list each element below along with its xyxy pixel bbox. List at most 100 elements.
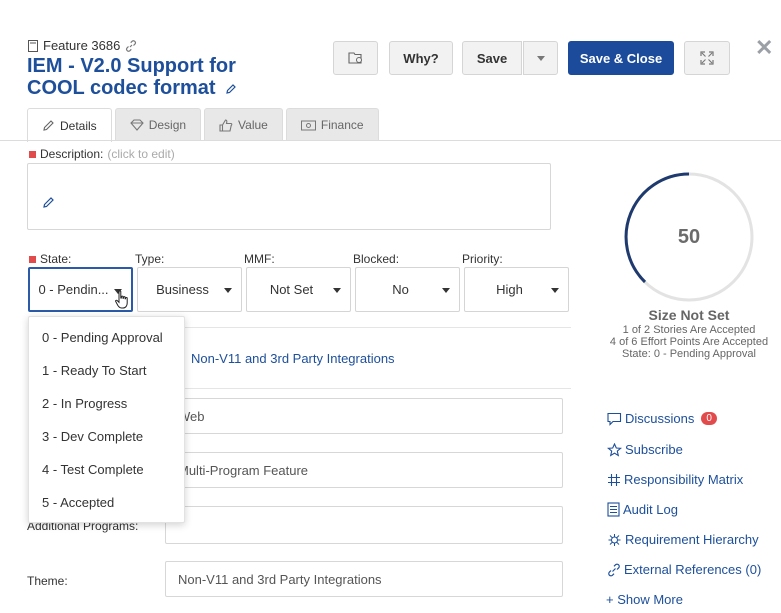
responsibility-matrix-label: Responsibility Matrix	[624, 472, 744, 487]
chat-icon	[607, 412, 622, 426]
discussions-label: Discussions	[625, 411, 695, 426]
close-icon[interactable]: ✕	[755, 35, 773, 61]
state-option[interactable]: 3 - Dev Complete	[29, 420, 184, 453]
tab-details[interactable]: Details	[27, 108, 112, 142]
type-label: Type:	[135, 252, 165, 266]
link-icon	[608, 563, 620, 576]
money-icon	[300, 120, 316, 130]
diamond-icon	[129, 119, 144, 131]
theme-field-value: Non-V11 and 3rd Party Integrations	[178, 571, 382, 587]
divider	[165, 388, 571, 389]
chevron-down-icon	[224, 288, 232, 293]
theme-field[interactable]: Non-V11 and 3rd Party Integrations	[165, 561, 563, 597]
state-option[interactable]: 1 - Ready To Start	[29, 354, 184, 387]
tab-finance[interactable]: Finance	[285, 108, 379, 141]
type-select[interactable]: Business	[137, 267, 242, 312]
mmf-select[interactable]: Not Set	[246, 267, 351, 312]
tab-design-label: Design	[148, 118, 187, 132]
save-button[interactable]: Save	[462, 41, 522, 75]
state-value: 0 - Pendin...	[38, 282, 109, 297]
description-hint[interactable]: (click to edit)	[107, 147, 174, 161]
tab-design[interactable]: Design	[114, 108, 202, 141]
thumbs-up-icon	[219, 118, 233, 132]
subscribe-link[interactable]: Subscribe	[607, 442, 683, 457]
chevron-down-icon	[442, 288, 450, 293]
link-icon[interactable]	[125, 39, 137, 52]
program-field[interactable]: Multi-Program Feature	[165, 452, 563, 488]
priority-label: Priority:	[462, 252, 503, 266]
priority-value: High	[496, 282, 523, 297]
external-references-label: External References (0)	[624, 562, 762, 577]
expand-icon	[700, 51, 714, 65]
page-title[interactable]: IEM - V2.0 Support for COOL codec format	[27, 55, 267, 99]
required-marker	[29, 151, 36, 159]
tab-divider	[0, 140, 781, 141]
chevron-down-icon	[551, 288, 559, 293]
hierarchy-icon	[608, 533, 621, 546]
blocked-label: Blocked:	[353, 252, 400, 266]
feature-id: Feature 3686	[28, 38, 137, 53]
expand-button[interactable]	[684, 41, 730, 75]
additional-programs-field[interactable]	[165, 506, 563, 544]
star-icon	[607, 442, 622, 457]
edit-description-icon[interactable]	[42, 196, 55, 209]
description-label: Description:	[40, 147, 104, 161]
tab-value-label: Value	[238, 118, 268, 132]
description-label-row: Description: (click to edit)	[29, 147, 175, 161]
size-state: State: 0 - Pending Approval	[622, 348, 756, 360]
chevron-down-icon	[536, 55, 545, 61]
size-stories: 1 of 2 Stories Are Accepted	[622, 324, 756, 336]
web-field[interactable]: Web	[165, 398, 563, 434]
mmf-value: Not Set	[269, 282, 314, 297]
tab-bar: Details Design Value Finance	[27, 108, 379, 142]
document-icon	[28, 39, 38, 52]
program-field-value: Multi-Program Feature	[178, 462, 309, 478]
subscribe-label: Subscribe	[625, 442, 683, 457]
feature-id-text: Feature 3686	[43, 38, 121, 53]
tab-value[interactable]: Value	[204, 108, 283, 141]
blocked-value: No	[392, 282, 409, 297]
state-option[interactable]: 5 - Accepted	[29, 486, 184, 519]
why-button[interactable]: Why?	[389, 41, 453, 75]
audit-log-label: Audit Log	[623, 502, 678, 517]
theme-label: Theme:	[27, 574, 68, 588]
save-options-button[interactable]	[523, 41, 558, 75]
discussions-link[interactable]: Discussions 0	[607, 411, 717, 426]
audit-log-link[interactable]: Audit Log	[607, 502, 678, 517]
description-editor[interactable]	[27, 163, 551, 230]
external-references-link[interactable]: External References (0)	[607, 562, 761, 577]
required-marker	[29, 256, 36, 264]
page-title-text: IEM - V2.0 Support for COOL codec format	[27, 55, 236, 99]
type-value: Business	[156, 282, 209, 297]
state-dropdown-menu: 0 - Pending Approval 1 - Ready To Start …	[28, 316, 185, 523]
divider	[165, 327, 571, 328]
size-effort: 4 of 6 Effort Points Are Accepted	[609, 336, 769, 348]
state-option[interactable]: 4 - Test Complete	[29, 453, 184, 486]
responsibility-matrix-link[interactable]: Responsibility Matrix	[607, 472, 743, 487]
pencil-icon	[43, 120, 54, 131]
requirement-hierarchy-link[interactable]: Requirement Hierarchy	[607, 532, 759, 547]
grid-icon	[608, 473, 620, 486]
state-option[interactable]: 2 - In Progress	[29, 387, 184, 420]
tab-details-label: Details	[60, 118, 97, 133]
log-icon	[607, 502, 620, 517]
blocked-select[interactable]: No	[355, 267, 460, 312]
move-folder-button[interactable]	[333, 41, 378, 75]
size-value: 50	[677, 226, 701, 248]
hand-cursor-icon	[115, 290, 128, 309]
mmf-label: MMF:	[244, 252, 275, 266]
chevron-down-icon	[333, 288, 341, 293]
save-close-button[interactable]: Save & Close	[568, 41, 674, 75]
state-label-row: State:	[29, 252, 71, 266]
show-more-link[interactable]: + Show More	[606, 592, 683, 607]
tab-finance-label: Finance	[320, 118, 364, 132]
state-label: State:	[40, 252, 72, 266]
size-title: Size Not Set	[648, 307, 730, 323]
theme-link[interactable]: Non-V11 and 3rd Party Integrations	[191, 351, 395, 366]
folder-clock-icon	[347, 52, 362, 64]
requirement-hierarchy-label: Requirement Hierarchy	[625, 532, 759, 547]
state-option[interactable]: 0 - Pending Approval	[29, 321, 184, 354]
priority-select[interactable]: High	[464, 267, 569, 312]
discussions-count-badge: 0	[701, 412, 717, 425]
edit-title-icon[interactable]	[225, 83, 237, 95]
